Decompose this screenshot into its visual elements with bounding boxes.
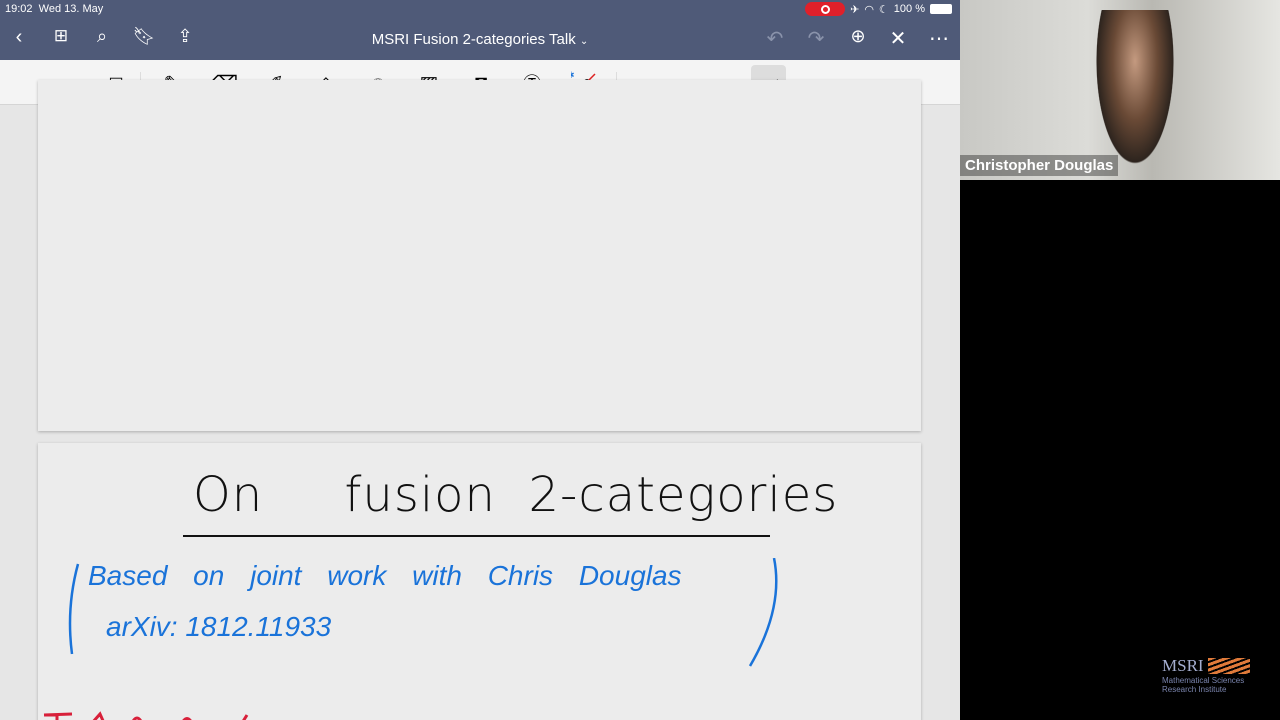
speaker-video: Christopher Douglas (960, 0, 1280, 180)
participant-name: Christopher Douglas (960, 155, 1119, 176)
title-text: MSRI Fusion 2-categories Talk (371, 31, 576, 48)
chevron-down-icon: ⌄ (579, 36, 589, 47)
undo-icon[interactable]: ↶ (762, 26, 788, 51)
handwritten-note-line2: arXiv: 1812.11933 (106, 611, 332, 642)
handwritten-note-line1: Based on joint work with Chris Douglas (88, 560, 682, 591)
close-pen-icon[interactable]: ✕ (885, 26, 911, 51)
battery-icon (930, 4, 952, 14)
date: Wed 13. May (38, 3, 104, 15)
add-page-icon[interactable]: ⊕ (845, 26, 871, 47)
title-underline (183, 535, 770, 537)
svg-text:✱: ✱ (571, 70, 575, 80)
more-icon[interactable]: ⋯ (926, 26, 952, 51)
page-blank[interactable] (38, 80, 921, 431)
navigation-bar: ‹ ⊞ ⌕ 🔖︎ ⇪ MSRI Fusion 2-categories Talk… (0, 18, 960, 60)
redo-icon[interactable]: ↷ (803, 26, 829, 51)
wifi-icon: ◠ (864, 3, 874, 16)
moon-icon: ☾ (878, 3, 889, 16)
handwritten-title: On fusion 2-categories (193, 467, 839, 523)
msri-logo: MSRI Mathematical Sciences Research Inst… (1162, 656, 1250, 694)
recording-indicator-icon (805, 2, 846, 16)
logo-mark-icon (1207, 658, 1250, 674)
status-icons: ✈ ◠ ☾ 100 % (805, 2, 952, 16)
status-time-date: 19:02 Wed 13. May (5, 3, 103, 15)
battery-percent: 100 % (893, 3, 925, 15)
logo-sub2: Research Institute (1162, 685, 1227, 694)
time: 19:02 (5, 3, 33, 15)
logo-sub1: Mathematical Sciences (1162, 676, 1245, 685)
page-title-slide[interactable]: On fusion 2-categories Based on joint wo… (38, 443, 921, 720)
status-bar: 19:02 Wed 13. May ✈ ◠ ☾ 100 % (0, 0, 960, 18)
ipad-screen: 19:02 Wed 13. May ✈ ◠ ☾ 100 % ‹ ⊞ ⌕ 🔖︎ ⇪… (0, 0, 960, 720)
airplane-icon: ✈ (850, 3, 860, 16)
logo-name: MSRI (1162, 656, 1204, 675)
red-heading-partial (43, 711, 249, 720)
